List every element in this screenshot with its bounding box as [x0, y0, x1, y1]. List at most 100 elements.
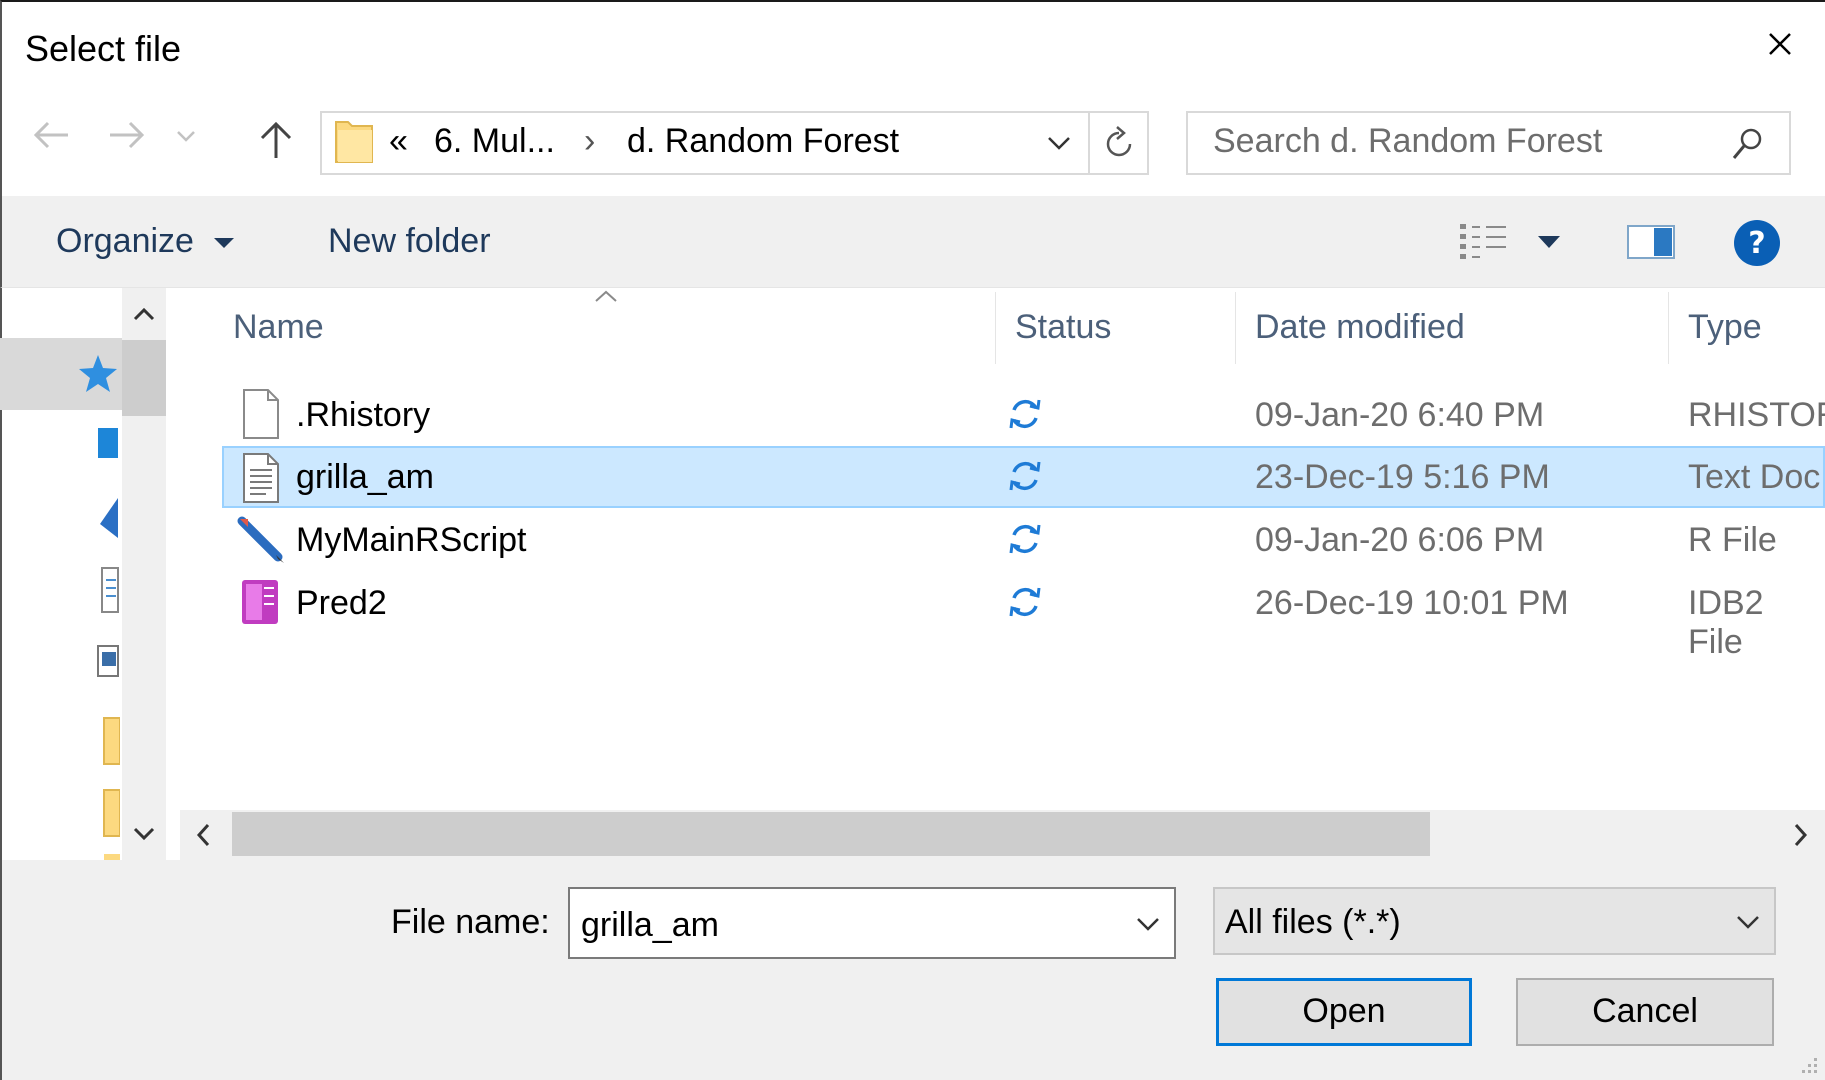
forward-button[interactable]	[106, 120, 148, 150]
file-name: grilla_am	[296, 458, 434, 496]
documents-icon	[100, 566, 120, 614]
blank-file-icon	[243, 389, 279, 439]
scroll-down-button[interactable]	[132, 826, 156, 842]
arrow-up-icon	[260, 121, 292, 158]
desktop-icon	[96, 426, 120, 462]
arrow-right-icon	[110, 121, 145, 149]
file-name-dropdown-button[interactable]	[1134, 916, 1162, 932]
column-divider[interactable]	[995, 292, 996, 364]
close-button[interactable]	[1758, 22, 1802, 66]
back-button[interactable]	[30, 120, 72, 150]
file-type-value[interactable]: All files (*.*)	[1225, 903, 1401, 942]
up-button[interactable]	[256, 118, 296, 162]
chevron-down-icon	[1137, 918, 1159, 931]
sync-pending-icon	[1009, 461, 1041, 491]
chevron-down-icon	[1737, 916, 1759, 929]
sort-ascending-indicator	[592, 288, 620, 304]
caret-down-icon	[1538, 236, 1560, 248]
pane-divider[interactable]	[166, 288, 180, 860]
column-header-date-modified[interactable]: Date modified	[1255, 308, 1465, 347]
organize-button[interactable]: Organize	[56, 222, 194, 261]
svg-text:?: ?	[1748, 226, 1765, 261]
file-date-modified: 09-Jan-20 6:06 PM	[1255, 521, 1545, 559]
address-dropdown-button[interactable]	[1045, 134, 1073, 152]
file-date-modified: 23-Dec-19 5:16 PM	[1255, 458, 1550, 496]
chevron-down-icon	[133, 827, 155, 841]
resize-grip[interactable]	[1796, 1054, 1820, 1078]
details-view-icon	[1460, 224, 1506, 259]
scroll-left-button[interactable]	[194, 822, 212, 848]
file-date-modified: 09-Jan-20 6:40 PM	[1255, 396, 1545, 434]
arrow-left-icon	[33, 121, 68, 149]
file-name-value[interactable]: grilla_am	[581, 906, 719, 945]
breadcrumb-item-current[interactable]: d. Random Forest	[627, 122, 899, 161]
chevron-up-icon	[133, 307, 155, 321]
file-row[interactable]: .Rhistory 09-Jan-20 6:40 PM RHISTORY	[222, 384, 1825, 446]
file-date-modified: 26-Dec-19 10:01 PM	[1255, 584, 1569, 622]
text-file-icon	[243, 453, 279, 503]
pictures-icon	[96, 644, 120, 680]
file-name: MyMainRScript	[296, 521, 527, 559]
recent-locations-button[interactable]	[174, 128, 198, 144]
file-row-selected[interactable]: grilla_am 23-Dec-19 5:16 PM Text Doc	[222, 446, 1825, 508]
search-placeholder: Search d. Random Forest	[1213, 122, 1603, 160]
new-folder-button[interactable]: New folder	[328, 222, 491, 261]
help-button[interactable]: ?	[1732, 218, 1782, 268]
file-type: RHISTORY	[1688, 396, 1825, 434]
cancel-button[interactable]: Cancel	[1516, 978, 1774, 1046]
chevron-down-icon	[1048, 137, 1070, 150]
navigation-pane-scroll-thumb[interactable]	[122, 340, 166, 416]
folder-icon	[102, 716, 120, 766]
column-header-status[interactable]: Status	[1015, 308, 1111, 347]
file-type: IDB2 File	[1688, 584, 1764, 661]
file-type-dropdown-button[interactable]	[1734, 914, 1762, 930]
file-row[interactable]: Pred2 26-Dec-19 10:01 PM IDB2 File	[222, 572, 1825, 661]
folder-icon	[102, 852, 120, 860]
r-script-icon	[237, 516, 284, 563]
chevron-right-icon	[1794, 823, 1808, 847]
chevron-down-icon	[177, 131, 195, 142]
resize-grip-icon	[1802, 1058, 1817, 1073]
organize-dropdown-arrow[interactable]	[212, 236, 236, 250]
sync-pending-icon	[1009, 587, 1041, 617]
search-icon	[1732, 128, 1762, 159]
horizontal-scroll-thumb[interactable]	[232, 812, 1430, 856]
file-name: .Rhistory	[296, 396, 431, 434]
file-name: Pred2	[296, 584, 387, 622]
file-name-label: File name:	[391, 903, 550, 941]
address-divider	[1088, 113, 1090, 173]
view-options-button[interactable]	[1458, 220, 1512, 264]
quick-access-star-icon	[76, 352, 120, 396]
column-header-name[interactable]: Name	[233, 308, 324, 347]
breadcrumb-separator[interactable]: ›	[584, 122, 595, 161]
help-icon: ?	[1734, 220, 1780, 266]
title-bar	[0, 0, 1825, 96]
chevron-left-icon	[196, 823, 210, 847]
column-header-type[interactable]: Type	[1688, 308, 1762, 347]
chevron-up-icon	[595, 290, 617, 302]
breadcrumb-item-parent[interactable]: 6. Mul...	[434, 122, 555, 161]
breadcrumb-overflow[interactable]: «	[389, 122, 408, 161]
dialog-title: Select file	[25, 28, 182, 69]
open-button[interactable]: Open	[1216, 978, 1472, 1046]
refresh-button[interactable]	[1100, 124, 1138, 164]
downloads-icon	[96, 496, 120, 540]
refresh-icon	[1106, 126, 1132, 157]
preview-pane-button[interactable]	[1626, 222, 1676, 262]
sync-pending-icon	[1009, 399, 1041, 429]
close-icon	[1769, 33, 1791, 55]
caret-down-icon	[214, 238, 234, 248]
folder-icon	[334, 116, 374, 166]
file-row[interactable]: MyMainRScript 09-Jan-20 6:06 PM R File	[222, 509, 1825, 571]
preview-pane-icon	[1627, 225, 1675, 259]
view-dropdown-arrow[interactable]	[1536, 234, 1562, 250]
idb2-file-icon	[242, 580, 278, 624]
folder-icon	[102, 788, 120, 838]
scroll-up-button[interactable]	[132, 306, 156, 322]
search-button[interactable]	[1728, 124, 1768, 164]
file-type: Text Doc	[1688, 458, 1821, 496]
scroll-right-button[interactable]	[1792, 822, 1810, 848]
column-divider[interactable]	[1668, 292, 1669, 364]
column-divider[interactable]	[1235, 292, 1236, 364]
sync-pending-icon	[1009, 524, 1041, 554]
